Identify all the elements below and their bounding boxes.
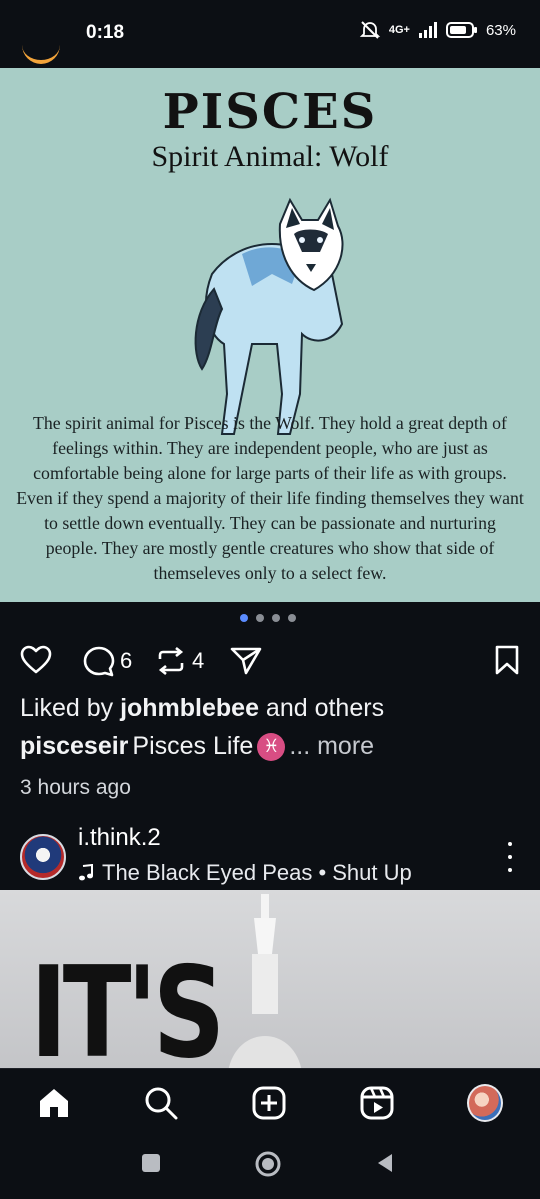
carousel-dot [256, 614, 264, 622]
avatar[interactable] [20, 834, 66, 880]
recent-apps-icon[interactable] [140, 1152, 162, 1174]
repost-count: 4 [192, 648, 205, 673]
next-post-image[interactable]: IT'S THE [0, 890, 540, 1068]
likes-suffix: and others [258, 694, 385, 722]
signal-icon [418, 22, 437, 38]
post-image-title: PISCES [162, 84, 378, 140]
post-image-subtitle: Spirit Animal: Wolf [151, 140, 389, 173]
comment-count: 6 [120, 648, 133, 673]
post-timestamp: 3 hours ago [20, 776, 131, 799]
caption-more-link[interactable]: ... more [289, 732, 374, 761]
post-caption: pisceseir Pisces Life ♓ ... more [20, 732, 374, 761]
nav-profile[interactable] [467, 1084, 503, 1122]
search-icon [145, 1087, 178, 1120]
bookmark-icon [495, 645, 519, 675]
post-image-paragraph: The spirit animal for Pisces is the Wolf… [16, 413, 524, 583]
carousel-dot [272, 614, 280, 622]
reels-icon [360, 1086, 394, 1120]
post-image[interactable]: PISCES Spirit Animal: Wolf The spirit an… [0, 68, 540, 602]
likes-prefix: Liked by [20, 694, 121, 722]
caption-text: Pisces Life [132, 732, 254, 760]
send-icon [230, 647, 262, 675]
status-bar: 0:18 4G+ 63% [0, 0, 540, 68]
back-icon[interactable] [374, 1152, 396, 1174]
post-actions: 6 4 [20, 645, 520, 679]
caption-username[interactable]: pisceseir [20, 732, 128, 761]
repost-icon [158, 646, 184, 676]
status-time: 0:18 [86, 22, 125, 43]
share-button[interactable] [230, 645, 262, 675]
home-icon [40, 1089, 68, 1117]
repost-button[interactable]: 4 [154, 645, 204, 677]
music-note-icon [79, 864, 93, 881]
next-post-header: i.think.2 The Black Eyed Peas • Shut Up [0, 818, 540, 890]
home-circle-icon[interactable] [254, 1150, 282, 1178]
more-options-icon[interactable] [500, 842, 520, 872]
next-post-image-text: IT'S THE [30, 939, 225, 1069]
likes-user[interactable]: johmblebee [120, 694, 259, 722]
nav-home[interactable] [36, 1085, 72, 1121]
battery-icon [445, 22, 477, 38]
battery-level: 63% [485, 21, 516, 39]
network-type: 4G+ [388, 24, 410, 36]
profile-avatar [467, 1084, 503, 1122]
pisces-emoji: ♓ [257, 732, 286, 761]
carousel-indicator [240, 614, 296, 622]
nav-reels[interactable] [359, 1085, 395, 1121]
carousel-dot-active [240, 614, 248, 622]
nav-search[interactable] [143, 1085, 179, 1121]
status-indicators: 4G+ 63% [359, 20, 516, 40]
bottom-nav [0, 1068, 540, 1135]
heart-icon [20, 645, 52, 674]
comment-button[interactable]: 6 [82, 645, 132, 677]
wolf-illustration [194, 197, 344, 435]
next-post-audio[interactable]: The Black Eyed Peas • Shut Up [78, 860, 412, 886]
carousel-dot [288, 614, 296, 622]
likes-summary[interactable]: Liked by johmblebee and others [20, 694, 384, 723]
next-post-audio-text: The Black Eyed Peas • Shut Up [102, 860, 412, 885]
mute-vibrate-icon [359, 21, 381, 39]
nav-create[interactable] [251, 1085, 287, 1121]
story-ring[interactable] [22, 42, 60, 64]
like-button[interactable] [20, 645, 52, 675]
next-post-username[interactable]: i.think.2 [78, 824, 161, 852]
system-navigation-bar [0, 1134, 540, 1199]
create-icon [252, 1086, 286, 1120]
comment-icon [83, 646, 115, 677]
save-button[interactable] [494, 645, 520, 675]
